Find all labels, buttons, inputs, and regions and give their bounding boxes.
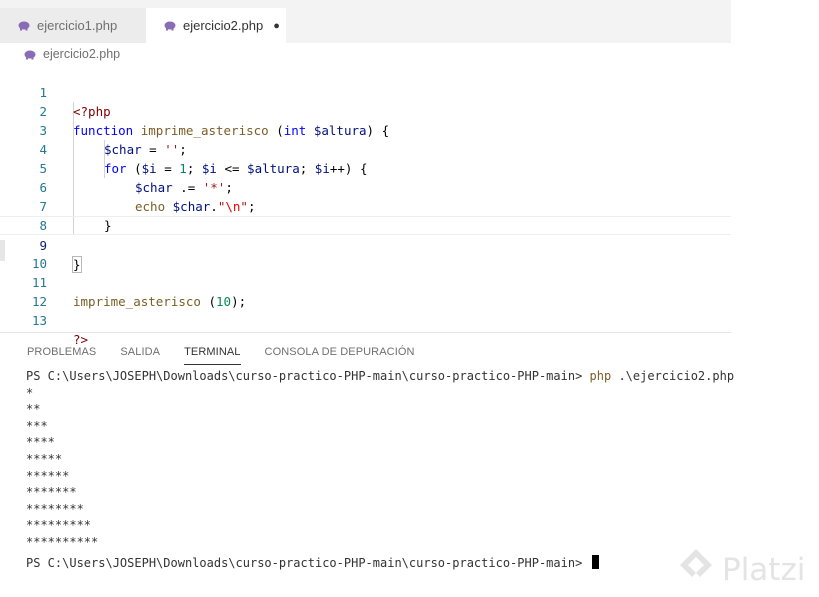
terminal-prompt: PS C:\Users\JOSEPH\Downloads\curso-pract…	[26, 369, 590, 383]
terminal[interactable]: PS C:\Users\JOSEPH\Downloads\curso-pract…	[26, 368, 734, 572]
code-line: 3 $char = '';	[0, 102, 731, 157]
editor-tab-bar: ejercicio1.php ejercicio2.php ●	[0, 8, 731, 43]
terminal-output-line: ****	[26, 435, 55, 450]
terminal-output-line: **********	[26, 534, 99, 549]
terminal-output-line: *******	[26, 485, 77, 500]
platzi-logo-icon	[676, 546, 716, 594]
terminal-command-line: PS C:\Users\JOSEPH\Downloads\curso-pract…	[26, 368, 734, 385]
code-line: 7 }	[0, 178, 731, 233]
unsaved-dot-icon[interactable]: ●	[273, 20, 280, 32]
terminal-output-line: ********	[26, 501, 84, 516]
breadcrumb-file: ejercicio2.php	[43, 47, 121, 61]
code-line: 4 for ($i = 1; $i <= $altura; $i++) {	[0, 121, 731, 176]
terminal-prompt: PS C:\Users\JOSEPH\Downloads\curso-pract…	[26, 555, 590, 570]
terminal-output-line: *	[26, 385, 34, 400]
terminal-final-line: PS C:\Users\JOSEPH\Downloads\curso-pract…	[26, 554, 726, 572]
terminal-output-line: ***	[26, 418, 48, 433]
tab-terminal[interactable]: TERMINAL	[184, 345, 241, 365]
tab-ejercicio1[interactable]: ejercicio1.php	[0, 8, 146, 43]
php-elephant-icon	[24, 50, 36, 59]
watermark-text: Platzi	[722, 552, 806, 588]
terminal-output-line: ******	[26, 468, 70, 483]
code-line-current: 9 }	[0, 216, 731, 273]
tab-debug-console[interactable]: CONSOLA DE DEPURACIÓN	[265, 345, 415, 365]
terminal-output-line: **	[26, 402, 41, 417]
platzi-watermark: Platzi	[676, 546, 805, 594]
php-elephant-icon	[164, 21, 176, 31]
line-number: 13	[31, 313, 47, 328]
panel-tab-bar: PROBLEMAS SALIDA TERMINAL CONSOLA DE DEP…	[27, 345, 439, 365]
code-line: 2 function imprime_asterisco (int $altur…	[0, 83, 731, 138]
code-line: 12	[0, 273, 731, 309]
tab-output[interactable]: SALIDA	[120, 345, 160, 365]
code-line: 13 ?>	[0, 292, 731, 347]
code-line: 8	[0, 197, 731, 233]
tab-ejercicio2[interactable]: ejercicio2.php ●	[146, 8, 286, 43]
tab-label: ejercicio1.php	[37, 18, 118, 33]
code-line: 6 echo $char."\n";	[0, 159, 731, 214]
code-line: 1 <?php	[0, 64, 731, 119]
php-elephant-icon	[18, 21, 30, 31]
code-editor[interactable]: 1 <?php 2 function imprime_asterisco (in…	[0, 64, 731, 347]
tab-label: ejercicio2.php	[183, 18, 264, 33]
code-line: 11 imprime_asterisco (10);	[0, 254, 731, 309]
title-strip	[0, 0, 731, 8]
terminal-cursor	[591, 554, 599, 569]
panel-divider[interactable]	[0, 332, 731, 333]
breadcrumb[interactable]: ejercicio2.php	[24, 45, 120, 63]
terminal-output-line: *********	[26, 518, 92, 533]
code-line: 5 $char .= '*';	[0, 140, 731, 195]
tab-problems[interactable]: PROBLEMAS	[27, 345, 96, 365]
terminal-command: php	[589, 369, 612, 383]
terminal-args: .\ejercicio2.php	[611, 369, 735, 383]
terminal-output-line: *****	[26, 451, 63, 466]
code-line: 10	[0, 235, 731, 271]
